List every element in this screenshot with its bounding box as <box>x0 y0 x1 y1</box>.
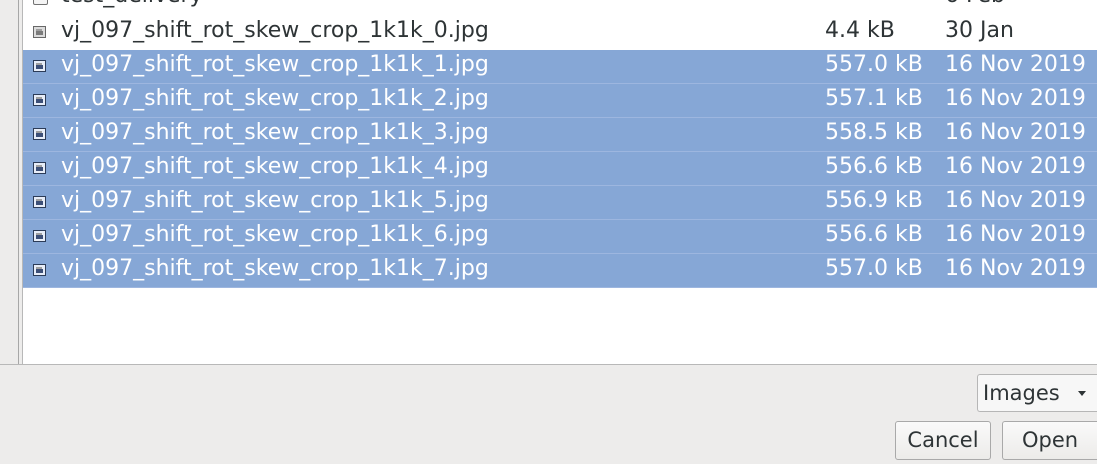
image-file-icon <box>33 196 46 208</box>
image-file-icon <box>33 162 46 174</box>
file-size: 556.6 kB <box>825 222 923 247</box>
file-date: 16 Nov 2019 <box>945 154 1086 179</box>
file-type-filter[interactable]: Images <box>977 374 1097 412</box>
file-date: 16 Nov 2019 <box>945 86 1086 111</box>
file-size: 557.0 kB <box>825 52 923 77</box>
file-name: vj_097_shift_rot_skew_crop_1k1k_1.jpg <box>61 52 489 77</box>
file-date: 16 Nov 2019 <box>945 256 1086 281</box>
file-row[interactable]: vj_097_shift_rot_skew_crop_1k1k_4.jpg 55… <box>23 152 1097 186</box>
file-name: vj_097_shift_rot_skew_crop_1k1k_2.jpg <box>61 86 489 111</box>
file-date: 16 Nov 2019 <box>945 222 1086 247</box>
image-file-icon <box>33 94 46 106</box>
file-row[interactable]: vj_097_shift_rot_skew_crop_1k1k_0.jpg 4.… <box>23 16 1097 50</box>
cancel-button[interactable]: Cancel <box>895 421 991 460</box>
file-date: 16 Nov 2019 <box>945 52 1086 77</box>
left-pane-edge <box>0 0 22 364</box>
file-row[interactable]: vj_097_shift_rot_skew_crop_1k1k_1.jpg 55… <box>23 50 1097 84</box>
file-row[interactable]: vj_097_shift_rot_skew_crop_1k1k_5.jpg 55… <box>23 186 1097 220</box>
file-date: 16 Nov 2019 <box>945 188 1086 213</box>
file-name: vj_097_shift_rot_skew_crop_1k1k_4.jpg <box>61 154 489 179</box>
folder-icon <box>33 0 48 5</box>
folder-name: test_delivery <box>61 0 203 8</box>
file-size: 556.9 kB <box>825 188 923 213</box>
open-button[interactable]: Open <box>1002 421 1097 460</box>
image-file-icon <box>33 60 46 72</box>
file-size: 558.5 kB <box>825 120 923 145</box>
file-row[interactable]: vj_097_shift_rot_skew_crop_1k1k_2.jpg 55… <box>23 84 1097 118</box>
chevron-down-icon <box>1078 391 1086 396</box>
file-type-filter-value: Images <box>983 381 1060 405</box>
file-row[interactable]: vj_097_shift_rot_skew_crop_1k1k_3.jpg 55… <box>23 118 1097 152</box>
file-size: 4.4 kB <box>825 18 895 43</box>
file-name: vj_097_shift_rot_skew_crop_1k1k_5.jpg <box>61 188 489 213</box>
image-file-icon <box>33 128 46 140</box>
file-name: vj_097_shift_rot_skew_crop_1k1k_6.jpg <box>61 222 489 247</box>
folder-date: 6 Feb <box>945 0 1005 8</box>
file-size: 556.6 kB <box>825 154 923 179</box>
file-size: 557.1 kB <box>825 86 923 111</box>
file-row-folder[interactable]: test_delivery 6 Feb <box>23 0 1097 16</box>
file-name: vj_097_shift_rot_skew_crop_1k1k_0.jpg <box>61 18 489 43</box>
file-size: 557.0 kB <box>825 256 923 281</box>
image-file-icon <box>33 26 46 38</box>
file-list-bottom-border <box>0 364 1097 365</box>
file-date: 30 Jan <box>945 18 1014 43</box>
file-date: 16 Nov 2019 <box>945 120 1086 145</box>
image-file-icon <box>33 264 46 276</box>
file-name: vj_097_shift_rot_skew_crop_1k1k_7.jpg <box>61 256 489 281</box>
file-name: vj_097_shift_rot_skew_crop_1k1k_3.jpg <box>61 120 489 145</box>
file-row[interactable]: vj_097_shift_rot_skew_crop_1k1k_7.jpg 55… <box>23 254 1097 288</box>
file-list[interactable]: test_delivery 6 Feb vj_097_shift_rot_ske… <box>22 0 1097 364</box>
file-row[interactable]: vj_097_shift_rot_skew_crop_1k1k_6.jpg 55… <box>23 220 1097 254</box>
image-file-icon <box>33 230 46 242</box>
